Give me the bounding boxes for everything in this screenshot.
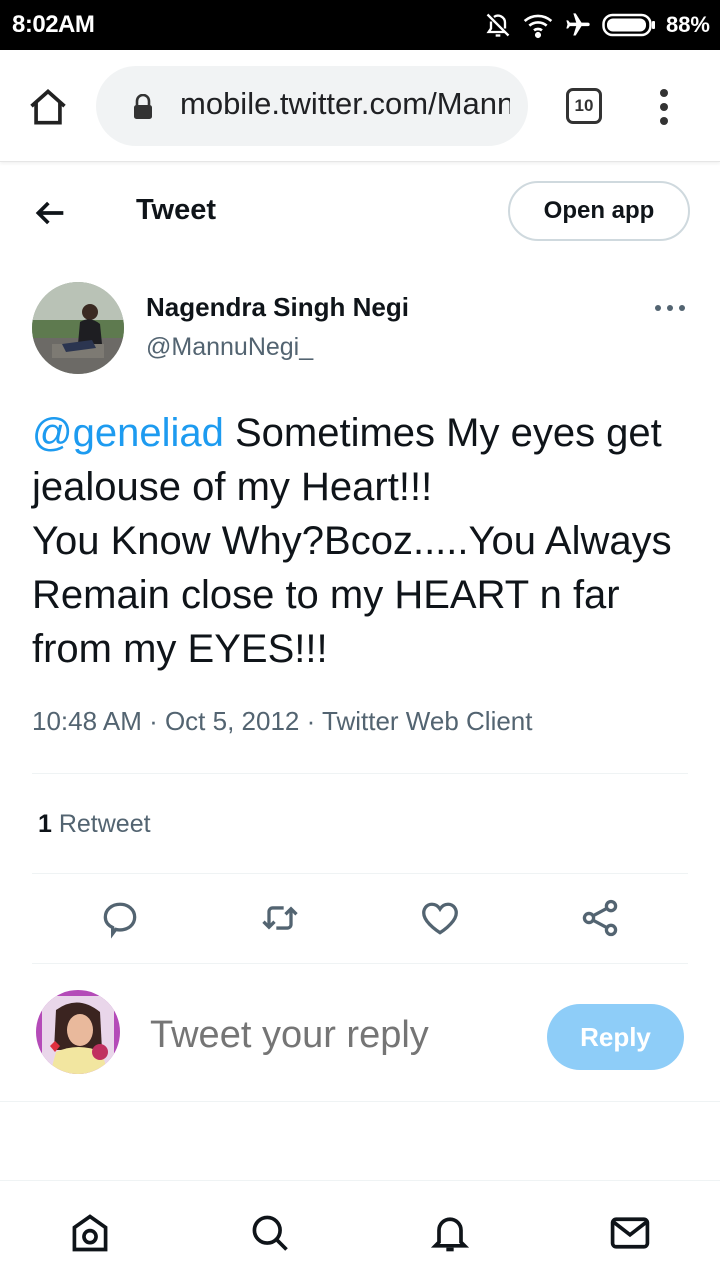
divider [32, 773, 688, 774]
more-vertical-icon [660, 89, 668, 125]
page-title: Tweet [136, 194, 217, 226]
user-avatar[interactable] [36, 990, 120, 1074]
open-app-button[interactable]: Open app [508, 181, 690, 241]
tweet-header: Tweet Open app [0, 163, 720, 263]
browser-menu-button[interactable] [652, 86, 676, 128]
search-icon [252, 1215, 288, 1251]
mention-link[interactable]: @geneliad [32, 411, 224, 455]
share-button[interactable] [578, 896, 622, 940]
notifications-icon [430, 1217, 470, 1252]
retweet-icon [262, 906, 298, 930]
reply-icon [103, 902, 137, 939]
lock-icon [132, 93, 154, 125]
divider [32, 963, 688, 964]
like-icon [422, 902, 458, 935]
url-text: mobile.twitter.com/MannuNegi_/status [180, 86, 510, 121]
status-time: 8:02AM [12, 11, 95, 38]
tab-switcher-button[interactable]: 10 [566, 88, 602, 124]
home-icon [72, 1214, 108, 1252]
divider [0, 1101, 720, 1102]
like-button[interactable] [418, 896, 462, 940]
browser-home-button[interactable] [26, 86, 70, 130]
reply-button[interactable] [98, 896, 142, 940]
status-icons: 88% [484, 8, 710, 42]
wifi-icon [522, 11, 554, 39]
author-name[interactable]: Nagendra Singh Negi [146, 292, 409, 323]
more-horizontal-icon [655, 305, 685, 311]
nav-search-button[interactable] [248, 1211, 292, 1255]
battery-icon [602, 12, 656, 38]
mute-bell-icon [484, 11, 512, 39]
reply-submit-button[interactable]: Reply [547, 1004, 684, 1070]
browser-toolbar: mobile.twitter.com/MannuNegi_/status 10 [0, 50, 720, 162]
author-avatar[interactable] [32, 282, 124, 374]
author-handle[interactable]: @MannuNegi_ [146, 333, 313, 362]
tweet-text: @geneliad Sometimes My eyes get jealouse… [32, 406, 692, 676]
tweet-more-button[interactable] [652, 296, 688, 320]
battery-percent: 88% [665, 12, 710, 37]
back-arrow-icon [35, 201, 64, 225]
divider [32, 873, 688, 874]
back-button[interactable] [30, 193, 70, 233]
retweet-button[interactable] [258, 896, 302, 940]
tweet-timestamp[interactable]: 10:48 AM · Oct 5, 2012 · Twitter Web Cli… [32, 706, 533, 737]
retweet-number: 1 [38, 810, 52, 838]
retweet-label: Retweet [51, 810, 151, 838]
nav-notifications-button[interactable] [428, 1211, 472, 1255]
nav-messages-button[interactable] [608, 1211, 652, 1255]
bottom-navigation [0, 1180, 720, 1280]
home-outline-icon [30, 89, 66, 125]
messages-icon [610, 1217, 650, 1249]
nav-home-button[interactable] [68, 1211, 112, 1255]
airplane-icon [564, 11, 592, 39]
retweet-count[interactable]: 1 Retweet [38, 810, 151, 839]
address-bar[interactable]: mobile.twitter.com/MannuNegi_/status [96, 66, 528, 146]
status-bar: 8:02AM 88% [0, 0, 720, 50]
share-icon [582, 899, 618, 937]
